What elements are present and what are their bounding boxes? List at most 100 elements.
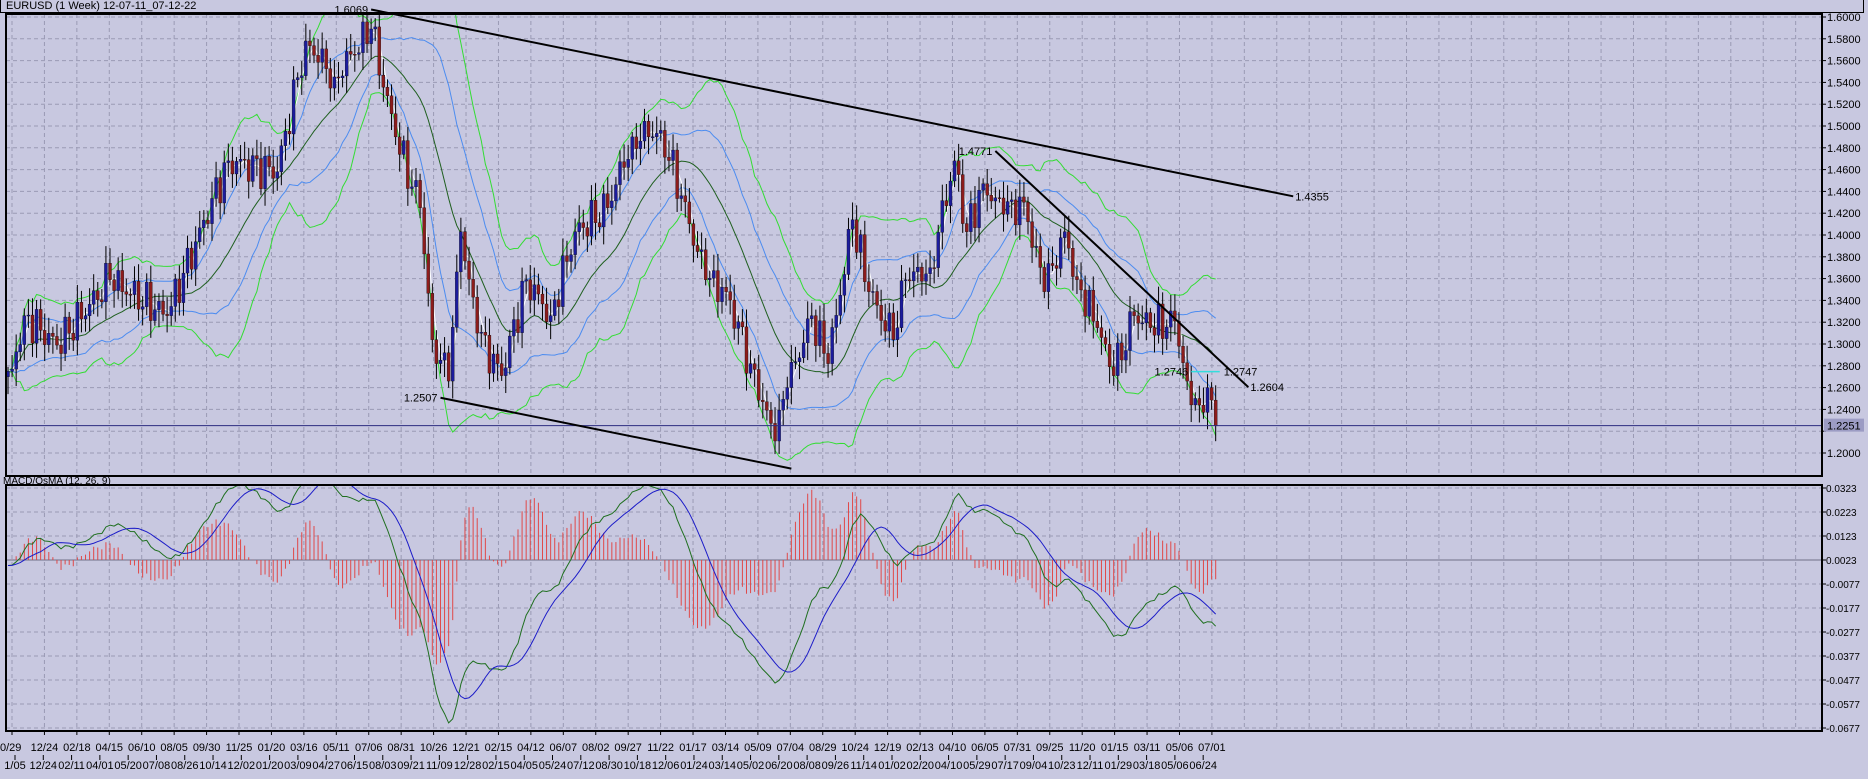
candle-body xyxy=(675,149,679,199)
candle-body xyxy=(1030,221,1034,248)
macd-axis-label: -0.0077 xyxy=(1826,580,1860,591)
candle xyxy=(210,181,214,241)
candle xyxy=(928,250,932,287)
candle-body xyxy=(834,315,838,328)
candle xyxy=(55,323,59,350)
candle-body xyxy=(177,278,182,303)
candle xyxy=(920,262,924,296)
candle-body xyxy=(283,130,288,146)
time-axis-label: 08/30 xyxy=(595,760,623,772)
time-axis-label: 12/24 xyxy=(31,742,59,754)
time-axis-label: 10/14 xyxy=(199,760,227,772)
candle xyxy=(528,265,532,314)
candle-body xyxy=(1091,290,1095,322)
candle-body xyxy=(365,21,369,44)
candle-body xyxy=(961,174,965,224)
candle-body xyxy=(185,247,190,274)
time-axis-label: 03/14 xyxy=(712,742,740,754)
candle xyxy=(687,187,692,234)
candle-body xyxy=(434,339,439,364)
candle xyxy=(516,302,520,343)
candle xyxy=(1120,333,1124,374)
trendline-label: 1.2604 xyxy=(1250,382,1284,394)
candle-body xyxy=(316,55,320,63)
candle xyxy=(242,141,247,169)
candle xyxy=(173,273,177,322)
candle xyxy=(296,72,300,88)
candle-body xyxy=(357,52,361,55)
time-axis-label: 06/07 xyxy=(550,742,578,754)
price-axis-label: 1.3400 xyxy=(1827,295,1861,307)
candle-body xyxy=(1022,196,1026,203)
candle-body xyxy=(459,231,463,273)
candle xyxy=(699,232,704,270)
candle-body xyxy=(1136,315,1140,324)
time-axis-label: 07/06 xyxy=(355,742,383,754)
candle xyxy=(491,344,496,382)
candle-body xyxy=(104,263,108,302)
candle-body xyxy=(577,222,581,232)
time-axis-label: 12/21 xyxy=(452,742,480,754)
candle-body xyxy=(300,75,304,78)
candle-body xyxy=(308,40,312,46)
candle-body xyxy=(132,281,137,295)
candle-body xyxy=(1116,342,1120,376)
candle-body xyxy=(189,247,194,270)
candle xyxy=(340,70,345,88)
candle-body xyxy=(206,219,210,224)
candle-body xyxy=(55,336,59,346)
candle-body xyxy=(463,231,467,262)
candle-body xyxy=(528,279,532,301)
candle-body xyxy=(279,145,284,172)
candle-body xyxy=(997,197,1002,199)
candle-body xyxy=(161,301,165,315)
time-axis-label: 11/20 xyxy=(1069,742,1096,754)
candle xyxy=(181,255,186,316)
candle-body xyxy=(259,158,263,189)
candle-body xyxy=(1144,312,1148,324)
macd-axis-label: -0.0677 xyxy=(1826,724,1860,735)
candle-body xyxy=(638,140,643,149)
candle-body xyxy=(671,149,675,161)
candle-body xyxy=(471,279,475,298)
candle xyxy=(834,298,838,344)
candle-body xyxy=(916,267,920,272)
candle-body xyxy=(1079,279,1083,291)
candle-body xyxy=(181,272,186,303)
candle-body xyxy=(761,400,765,402)
candle xyxy=(1124,333,1128,374)
candle-body xyxy=(63,316,67,354)
candle-body xyxy=(659,130,663,134)
candle xyxy=(1099,315,1104,355)
candle xyxy=(1050,246,1055,272)
price-axis-label: 1.3200 xyxy=(1827,317,1861,329)
candle xyxy=(561,238,565,315)
candle-body xyxy=(504,367,508,376)
candle-body xyxy=(230,160,235,175)
candle-body xyxy=(96,290,100,300)
candle-body xyxy=(10,368,14,372)
candle-body xyxy=(385,87,390,96)
candle-body xyxy=(467,260,471,280)
time-axis-label: 07/17 xyxy=(991,760,1019,772)
candle-body xyxy=(79,302,84,320)
candle-body xyxy=(867,281,871,292)
candle xyxy=(912,254,916,298)
candle xyxy=(34,300,39,358)
candle-body xyxy=(679,195,683,199)
candle xyxy=(1189,365,1193,423)
candle-body xyxy=(814,315,818,346)
candle-body xyxy=(691,223,696,246)
candle-body xyxy=(1034,246,1038,248)
candle-body xyxy=(667,157,671,161)
candle-body xyxy=(606,193,610,208)
candle-body xyxy=(1026,202,1030,222)
candle-body xyxy=(43,330,47,345)
time-axis-label: 02/20 xyxy=(907,760,935,772)
price-chart[interactable]: 1.60691.43551.25071.47711.26041.2746 1.27… xyxy=(0,0,1868,779)
candle-body xyxy=(932,267,936,269)
candle-body xyxy=(908,279,912,282)
candle-body xyxy=(369,28,373,44)
candle-body xyxy=(124,291,128,295)
candle xyxy=(899,265,904,333)
